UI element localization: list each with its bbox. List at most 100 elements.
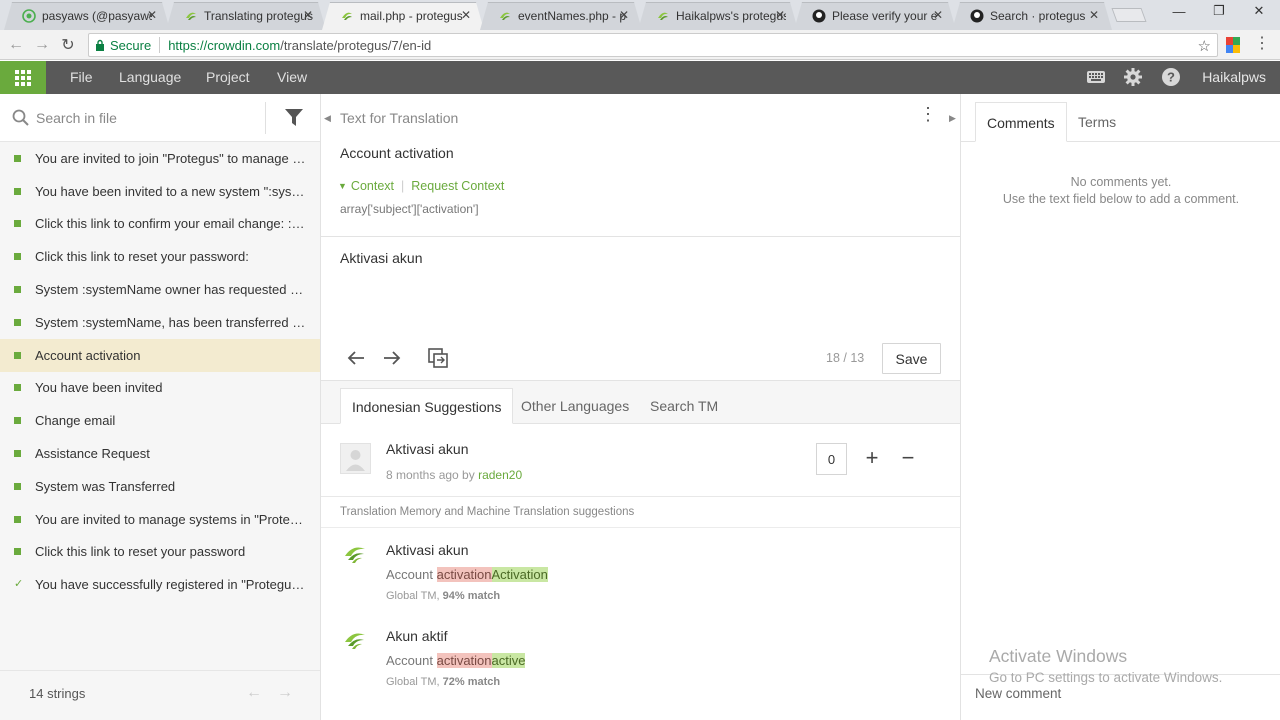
diff-plain: Account <box>386 567 437 582</box>
tab-other-languages[interactable]: Other Languages <box>510 388 640 424</box>
collapse-left-icon[interactable]: ◀ <box>324 113 331 124</box>
string-text: Click this link to reset your password: <box>35 249 249 265</box>
close-tab-icon[interactable]: ✕ <box>460 9 472 21</box>
browser-tab-active[interactable]: mail.php - protegus ✕ <box>322 2 484 30</box>
new-tab-button[interactable] <box>1111 8 1147 22</box>
tab-title: Please verify your e <box>832 9 938 23</box>
gear-icon[interactable] <box>1123 67 1143 87</box>
string-item[interactable]: Click this link to confirm your email ch… <box>0 208 320 241</box>
prev-page-icon[interactable]: ← <box>246 684 262 702</box>
tm-match: Global TM, 72% match <box>386 676 500 688</box>
browser-tab[interactable]: pasyaws (@pasyaws) ✕ <box>4 2 170 30</box>
string-item[interactable]: You have been invited to a new system ":… <box>0 175 320 208</box>
tab-comments[interactable]: Comments <box>975 102 1067 142</box>
string-item[interactable]: ✓ You have successfully registered in "Pr… <box>0 568 320 601</box>
back-arrow-icon[interactable]: ← <box>6 35 26 55</box>
request-context-link[interactable]: Request Context <box>411 179 504 193</box>
secure-indicator[interactable]: Secure <box>95 38 151 53</box>
translated-marker <box>14 351 21 359</box>
string-item[interactable]: Click this link to reset your password <box>0 536 320 569</box>
string-item[interactable]: Change email <box>0 404 320 437</box>
divider <box>321 236 960 237</box>
windows-watermark-subtitle: Go to PC settings to activate Windows. <box>989 670 1223 685</box>
reload-icon[interactable]: ↻ <box>58 35 78 55</box>
tab-indonesian-suggestions[interactable]: Indonesian Suggestions <box>340 388 514 424</box>
user-menu[interactable]: Haikalpws <box>1202 69 1266 85</box>
translation-textarea[interactable]: Aktivasi akun <box>340 250 422 266</box>
vote-count: 0 <box>816 443 847 475</box>
url-path: /translate/protegus/7/en-id <box>280 37 432 53</box>
search-input[interactable] <box>36 106 256 130</box>
close-tab-icon[interactable]: ✕ <box>1088 9 1100 21</box>
tm-suggestion[interactable]: Aktivasi akun Account activationActivati… <box>321 528 960 614</box>
copy-source-icon[interactable] <box>427 347 449 369</box>
bookmark-star-icon[interactable]: ☆ <box>1198 37 1211 55</box>
close-tab-icon[interactable]: ✕ <box>618 9 630 21</box>
previous-string-icon[interactable] <box>345 347 367 369</box>
browser-tab[interactable]: Search · protegus ✕ <box>952 2 1112 30</box>
menu-project[interactable]: Project <box>206 69 250 85</box>
keyboard-icon[interactable] <box>1086 67 1106 87</box>
url-field[interactable]: Secure https://crowdin.com/translate/pro… <box>88 33 1218 57</box>
string-text: You have successfully registered in "Pro… <box>35 577 307 593</box>
tab-search-tm[interactable]: Search TM <box>639 388 729 424</box>
suggestion-item[interactable]: Aktivasi akun 8 months ago by raden20 0 … <box>321 424 960 497</box>
string-item-active[interactable]: Account activation <box>0 338 320 372</box>
browser-tab[interactable]: Please verify your e ✕ <box>794 2 956 30</box>
translated-marker <box>14 384 21 392</box>
apps-grid-button[interactable] <box>0 61 46 94</box>
string-item[interactable]: You are invited to join "Protegus" to ma… <box>0 142 320 175</box>
context-toggle[interactable]: Context <box>351 179 394 193</box>
string-item[interactable]: System :systemName owner has requested a… <box>0 273 320 306</box>
browser-menu-icon[interactable]: ⋮ <box>1254 36 1270 52</box>
context-row: ▼ Context | Request Context <box>338 179 505 193</box>
browser-tab[interactable]: eventNames.php - p ✕ <box>480 2 642 30</box>
string-item[interactable]: Assistance Request <box>0 437 320 470</box>
restore-icon[interactable]: ❐ <box>1200 0 1238 22</box>
strings-count: 14 strings <box>29 686 86 701</box>
string-item[interactable]: You have been invited <box>0 372 320 405</box>
lock-icon <box>96 39 104 51</box>
empty-line-1: No comments yet. <box>1070 175 1172 189</box>
browser-tab[interactable]: Translating protegus ✕ <box>166 2 326 30</box>
diff-deleted: activation <box>436 653 492 668</box>
more-options-icon[interactable]: ⋮ <box>919 105 937 123</box>
next-string-icon[interactable] <box>381 347 403 369</box>
close-tab-icon[interactable]: ✕ <box>302 9 314 21</box>
suggestion-author[interactable]: raden20 <box>478 468 522 482</box>
tm-match-percent: 94% match <box>442 590 501 602</box>
context-key: array['subject']['activation'] <box>340 202 479 216</box>
string-item[interactable]: Click this link to reset your password: <box>0 240 320 273</box>
string-text: You have been invited <box>35 380 163 396</box>
save-button[interactable]: Save <box>882 343 941 374</box>
crowdin-logo-icon <box>345 633 365 649</box>
menu-file[interactable]: File <box>70 69 93 85</box>
filter-icon[interactable] <box>285 108 303 128</box>
crowdin-icon <box>342 12 352 20</box>
menu-view[interactable]: View <box>277 69 307 85</box>
crowdin-icon <box>500 12 510 20</box>
tm-suggestion[interactable]: Akun aktif Account activationactive Glob… <box>321 614 960 700</box>
vote-up-plus-icon[interactable]: + <box>859 445 885 471</box>
vote-down-minus-icon[interactable]: − <box>895 445 921 471</box>
window-close-icon[interactable]: ✕ <box>1240 0 1278 22</box>
tab-terms[interactable]: Terms <box>1067 102 1127 142</box>
tab-title: Search · protegus <box>990 9 1086 23</box>
comments-tabs: Comments Terms <box>961 94 1280 142</box>
collapse-right-icon[interactable]: ▶ <box>949 113 956 124</box>
close-tab-icon[interactable]: ✕ <box>146 9 158 21</box>
minimize-icon[interactable]: — <box>1160 0 1198 22</box>
next-page-icon[interactable]: → <box>277 684 293 702</box>
browser-tab[interactable]: Haikalpws's protegus ✕ <box>638 2 798 30</box>
extension-icon[interactable] <box>1226 37 1240 53</box>
string-item[interactable]: You are invited to manage systems in "Pr… <box>0 503 320 536</box>
help-icon[interactable]: ? <box>1161 67 1181 87</box>
close-tab-icon[interactable]: ✕ <box>774 9 786 21</box>
forward-arrow-icon[interactable]: → <box>32 35 52 55</box>
string-item[interactable]: System :systemName, has been transferred… <box>0 306 320 339</box>
string-item[interactable]: System was Transferred <box>0 470 320 503</box>
source-section-label: Text for Translation <box>340 110 459 126</box>
close-tab-icon[interactable]: ✕ <box>932 9 944 21</box>
tm-match: Global TM, 94% match <box>386 590 500 602</box>
menu-language[interactable]: Language <box>119 69 181 85</box>
